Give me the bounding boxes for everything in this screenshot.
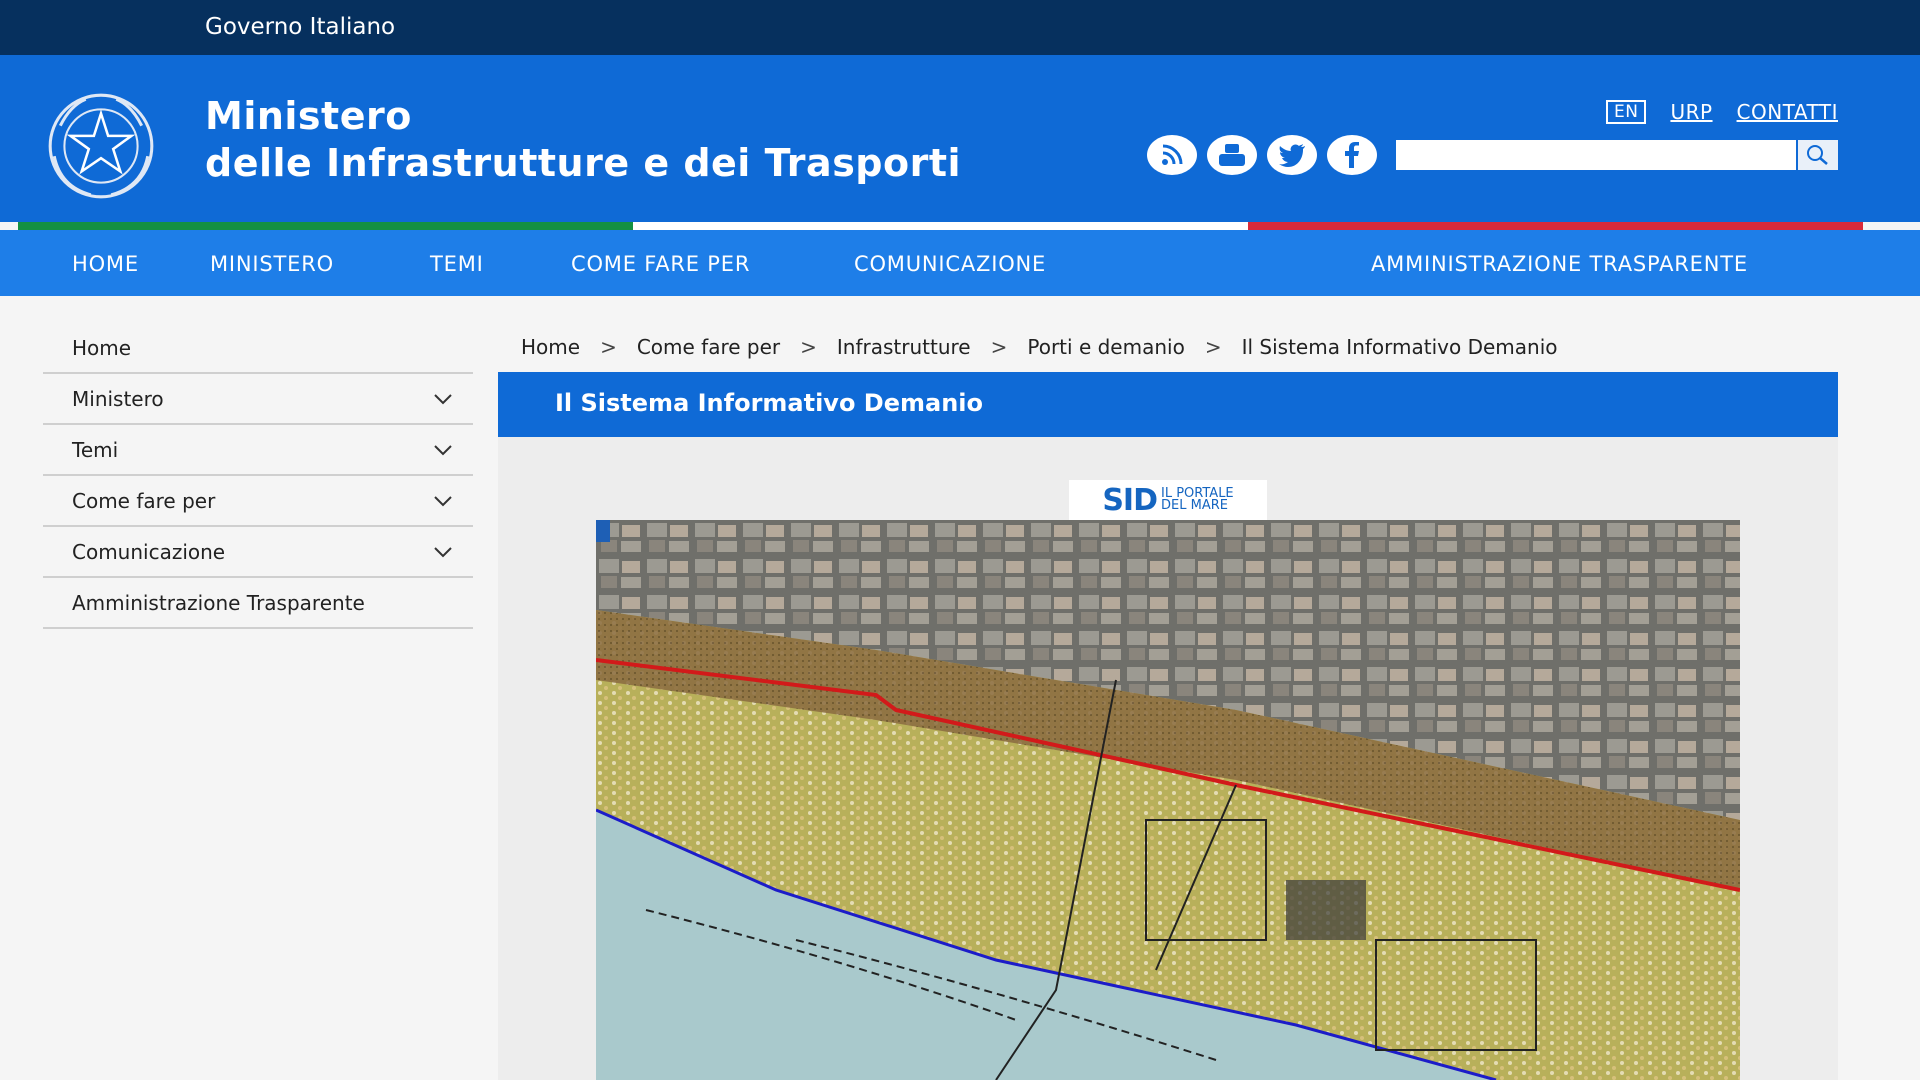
- coastline-map-image: [596, 520, 1740, 1080]
- sidebar-item-label: Temi: [72, 437, 119, 462]
- rss-icon[interactable]: [1147, 135, 1197, 175]
- sid-logo-subtitle-line-2: DEL MARE: [1161, 498, 1228, 513]
- breadcrumb-home[interactable]: Home: [521, 335, 580, 359]
- sid-logo-text: SID: [1102, 482, 1158, 518]
- sidebar-item-label: Comunicazione: [72, 539, 226, 564]
- breadcrumb: Home > Come fare per > Infrastrutture > …: [521, 335, 1558, 359]
- government-link[interactable]: Governo Italiano: [205, 14, 395, 40]
- sidebar-item-comunicazione[interactable]: Comunicazione: [43, 527, 473, 578]
- sidebar-item-label: Home: [72, 335, 132, 360]
- breadcrumb-porti-e-demanio[interactable]: Porti e demanio: [1027, 335, 1184, 359]
- sidebar-item-label: Amministrazione Trasparente: [72, 590, 365, 615]
- title-line-1: Ministero: [205, 94, 412, 138]
- breadcrumb-separator: >: [990, 335, 1008, 359]
- facebook-icon[interactable]: [1327, 135, 1377, 175]
- social-links: [1147, 135, 1377, 175]
- contatti-link[interactable]: CONTATTI: [1737, 100, 1838, 124]
- breadcrumb-separator: >: [1204, 335, 1222, 359]
- search-icon: [1807, 145, 1828, 165]
- sidebar-item-label: Ministero: [72, 386, 164, 411]
- flag-stripe-white: [633, 222, 1248, 230]
- sid-logo: SID IL PORTALE DEL MARE: [1069, 480, 1267, 520]
- breadcrumb-separator: >: [600, 335, 617, 359]
- flag-stripe-red: [1248, 222, 1863, 230]
- breadcrumb-infrastrutture[interactable]: Infrastrutture: [837, 335, 971, 359]
- chevron-down-icon[interactable]: [433, 393, 453, 405]
- sidebar-item-label: Come fare per: [72, 488, 216, 513]
- breadcrumb-current: Il Sistema Informativo Demanio: [1241, 335, 1558, 359]
- header-links: EN URP CONTATTI: [1605, 100, 1838, 124]
- nav-ministero[interactable]: MINISTERO: [210, 252, 334, 276]
- chevron-down-icon[interactable]: [433, 495, 453, 507]
- nav-come-fare-per[interactable]: COME FARE PER: [571, 252, 750, 276]
- youtube-icon[interactable]: [1207, 135, 1257, 175]
- ministry-title[interactable]: Ministero delle Infrastrutture e dei Tra…: [205, 93, 961, 187]
- urp-link[interactable]: URP: [1670, 100, 1712, 124]
- government-bar: Governo Italiano: [0, 0, 1920, 55]
- sidebar-item-home[interactable]: Home: [43, 323, 473, 374]
- sidebar-item-ministero[interactable]: Ministero: [43, 374, 473, 425]
- flag-stripe-green: [18, 222, 633, 230]
- nav-temi[interactable]: TEMI: [430, 252, 484, 276]
- main-nav: HOME MINISTERO TEMI COME FARE PER COMUNI…: [0, 230, 1920, 296]
- sidebar-menu: Home Ministero Temi Come fare per Comuni…: [43, 323, 473, 629]
- search-bar: [1396, 140, 1838, 170]
- page-title: Il Sistema Informativo Demanio: [498, 372, 1838, 437]
- sidebar-item-temi[interactable]: Temi: [43, 425, 473, 476]
- search-button[interactable]: [1796, 140, 1838, 170]
- nav-comunicazione[interactable]: COMUNICAZIONE: [854, 252, 1046, 276]
- nav-home[interactable]: HOME: [72, 252, 139, 276]
- twitter-icon[interactable]: [1267, 135, 1317, 175]
- nav-amministrazione-trasparente[interactable]: AMMINISTRAZIONE TRASPARENTE: [1371, 252, 1748, 276]
- sidebar-item-amministrazione-trasparente[interactable]: Amministrazione Trasparente: [43, 578, 473, 629]
- language-en-link[interactable]: EN: [1605, 100, 1647, 124]
- search-input[interactable]: [1396, 140, 1796, 170]
- breadcrumb-come-fare-per[interactable]: Come fare per: [637, 335, 780, 359]
- title-line-2: delle Infrastrutture e dei Trasporti: [205, 141, 962, 185]
- chevron-down-icon[interactable]: [433, 546, 453, 558]
- site-header: Ministero delle Infrastrutture e dei Tra…: [0, 55, 1920, 222]
- republic-emblem-icon[interactable]: [40, 85, 162, 207]
- chevron-down-icon[interactable]: [433, 444, 453, 456]
- breadcrumb-separator: >: [800, 335, 817, 359]
- sidebar-item-come-fare-per[interactable]: Come fare per: [43, 476, 473, 527]
- sid-logo-subtitle: IL PORTALE DEL MARE: [1161, 487, 1234, 513]
